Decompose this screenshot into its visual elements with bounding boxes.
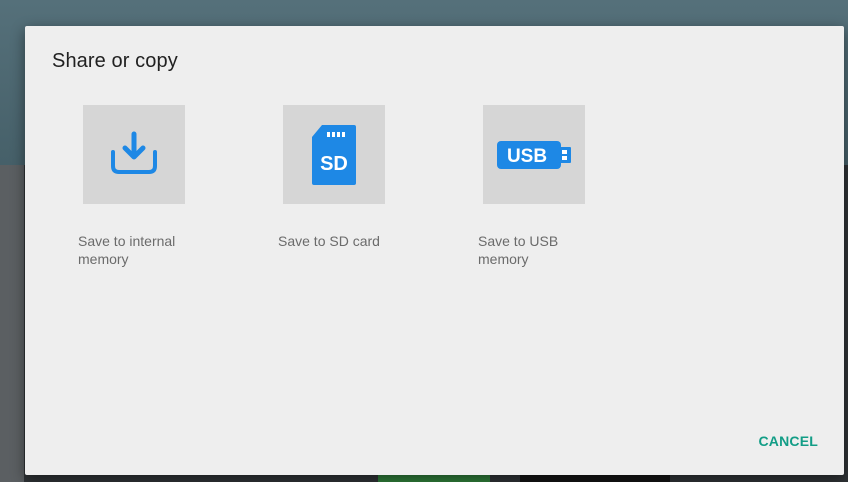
option-tile[interactable] — [83, 105, 185, 204]
dialog-title: Share or copy — [52, 50, 178, 72]
share-or-copy-dialog: Share or copy Save to internal memory SD… — [25, 26, 844, 475]
download-icon — [111, 131, 157, 174]
usb-icon: USB — [497, 140, 571, 169]
option-label: Save to internal memory — [78, 233, 176, 267]
option-tile[interactable]: SD — [283, 105, 385, 204]
cancel-button[interactable]: CANCEL — [758, 433, 818, 449]
save-to-internal-memory-option[interactable]: Save to internal memory — [78, 105, 228, 268]
option-tile[interactable]: USB — [483, 105, 585, 204]
option-label: Save to USB memory — [478, 233, 559, 267]
usb-badge-text: USB — [507, 146, 547, 167]
option-label: Save to SD card — [278, 233, 380, 249]
background-app-sidebar — [0, 165, 24, 482]
sd-badge-text: SD — [320, 153, 348, 175]
save-to-usb-memory-option[interactable]: USB Save to USB memory — [478, 105, 628, 268]
sd-card-icon: SD — [312, 124, 356, 185]
save-to-sd-card-option[interactable]: SD Save to SD card — [278, 105, 428, 250]
